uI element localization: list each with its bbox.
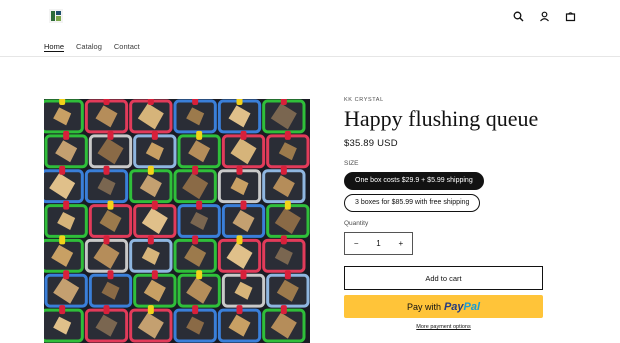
product-image[interactable] — [44, 99, 310, 343]
nav-catalog[interactable]: Catalog — [76, 42, 102, 51]
site-header: Home Catalog Contact — [0, 0, 620, 57]
paypal-prefix: Pay with — [406, 301, 441, 312]
quantity-increase-button[interactable]: + — [390, 239, 412, 248]
product-photo — [44, 99, 310, 343]
product-title: Happy flushing queue — [344, 106, 539, 131]
product-info: KK CRYSTAL Happy flushing queue $35.89 U… — [344, 97, 544, 330]
size-option-three[interactable]: 3 boxes for $85.99 with free shipping — [344, 194, 481, 212]
search-icon[interactable] — [511, 9, 526, 24]
quantity-stepper: − 1 + — [344, 232, 413, 255]
header-icons — [506, 9, 578, 24]
add-to-cart-button[interactable]: Add to cart — [344, 266, 543, 290]
cart-icon[interactable] — [563, 9, 578, 24]
option-label: SIZE — [344, 160, 359, 167]
product-vendor: KK CRYSTAL — [344, 97, 384, 103]
quantity-label: Quantity — [344, 220, 369, 227]
more-payment-options-link[interactable]: More payment options — [344, 324, 543, 330]
nav-contact[interactable]: Contact — [114, 42, 140, 51]
quantity-decrease-button[interactable]: − — [345, 239, 367, 248]
shop-logo-icon[interactable] — [49, 9, 63, 23]
account-icon[interactable] — [537, 9, 552, 24]
size-option-single[interactable]: One box costs $29.9 + $5.99 shipping — [344, 172, 484, 190]
product-price: $35.89 USD — [344, 138, 398, 149]
nav-home[interactable]: Home — [44, 42, 64, 51]
main-nav: Home Catalog Contact — [44, 42, 140, 51]
quantity-input[interactable]: 1 — [367, 239, 389, 248]
paypal-logo: PayPal — [443, 300, 481, 313]
paypal-button[interactable]: Pay with PayPal — [344, 295, 543, 318]
